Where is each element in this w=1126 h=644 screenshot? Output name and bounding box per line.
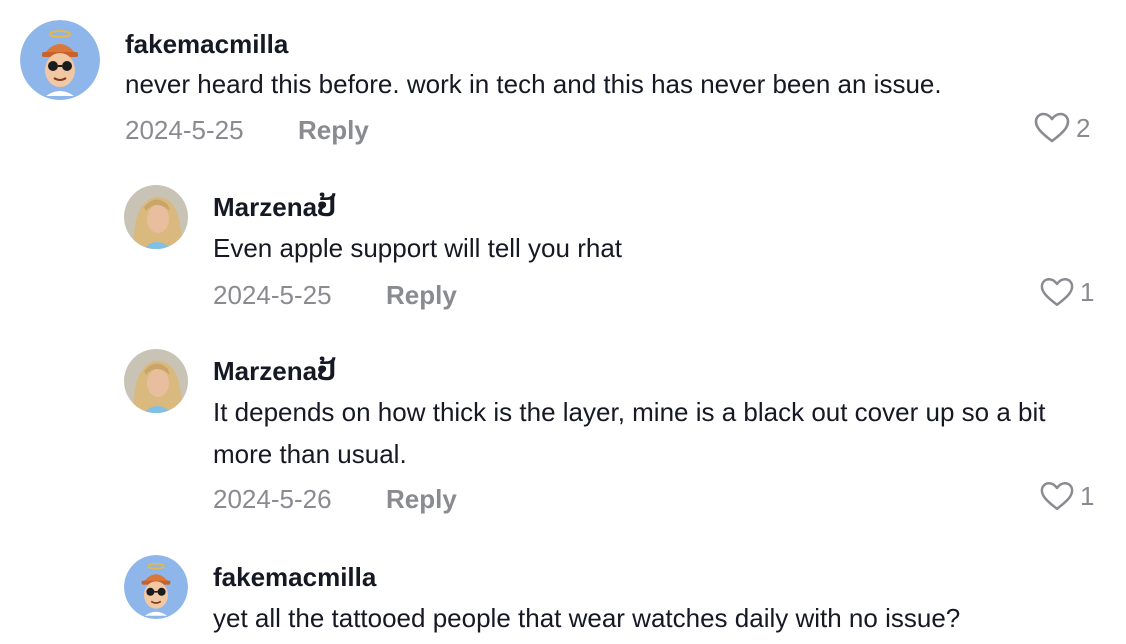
- avatar[interactable]: [124, 185, 188, 249]
- comment-date: 2024-5-25: [213, 280, 332, 310]
- like-count: 2: [1076, 112, 1091, 143]
- comment-text: yet all the tattooed people that wear wa…: [213, 603, 961, 633]
- reply-comment: Marzenaປ້ It depends on how thick is the…: [0, 329, 1126, 529]
- heart-icon: [1040, 278, 1074, 307]
- like-button[interactable]: 1: [1040, 481, 1094, 512]
- comment-date: 2024-5-26: [213, 484, 332, 514]
- like-count: 1: [1080, 481, 1095, 511]
- cartoon-avatar-icon: [124, 555, 188, 619]
- heart-icon: [1034, 112, 1070, 143]
- heart-icon: [1040, 482, 1074, 511]
- avatar[interactable]: [124, 349, 188, 413]
- like-count: 1: [1080, 277, 1095, 307]
- like-button[interactable]: 1: [1040, 277, 1094, 308]
- reply-button[interactable]: Reply: [298, 115, 369, 146]
- reply-button[interactable]: Reply: [386, 484, 457, 515]
- comment-date: 2024-5-25: [125, 115, 244, 145]
- comment-username[interactable]: fakemacmilla: [125, 29, 288, 60]
- reply-comment: fakemacmilla yet all the tattooed people…: [0, 535, 1126, 644]
- comment: fakemacmilla never heard this before. wo…: [0, 0, 1126, 160]
- comment-text: never heard this before. work in tech an…: [125, 69, 942, 99]
- avatar[interactable]: [124, 555, 188, 619]
- avatar[interactable]: [20, 20, 100, 100]
- cartoon-avatar-icon: [20, 20, 100, 100]
- comment-username[interactable]: Marzenaປ້: [213, 356, 336, 387]
- reply-button[interactable]: Reply: [386, 280, 457, 311]
- reply-comment: Marzenaປ້ Even apple support will tell y…: [0, 165, 1126, 325]
- photo-avatar-icon: [124, 349, 188, 413]
- comment-text: It depends on how thick is the layer, mi…: [213, 397, 1046, 469]
- comment-username[interactable]: fakemacmilla: [213, 562, 376, 593]
- comment-username[interactable]: Marzenaປ້: [213, 192, 336, 223]
- comment-text: Even apple support will tell you rhat: [213, 233, 623, 263]
- photo-avatar-icon: [124, 185, 188, 249]
- like-button[interactable]: 2: [1034, 112, 1090, 144]
